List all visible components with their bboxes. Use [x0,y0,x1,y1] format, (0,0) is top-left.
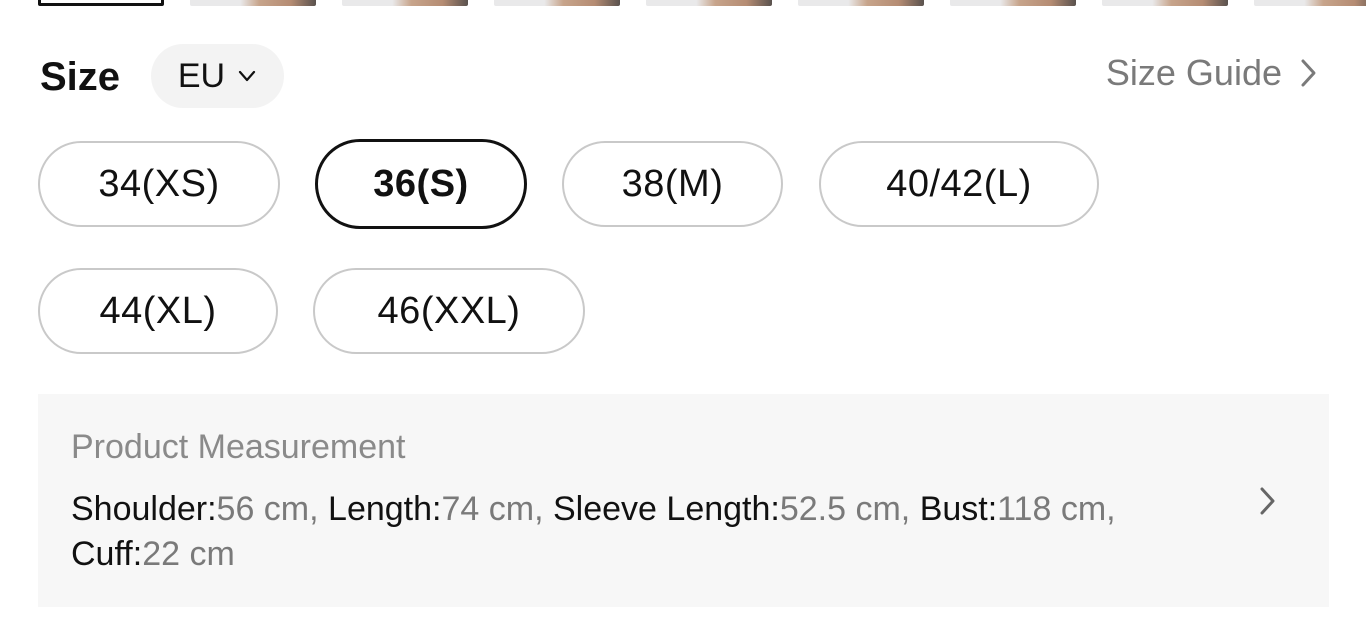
thumbnail[interactable] [494,0,620,6]
measurement-label: Cuff: [71,535,143,573]
chevron-down-icon [239,70,256,82]
product-measurement-panel[interactable]: Product Measurement Shoulder:56 cm, Leng… [38,394,1329,607]
thumbnail[interactable] [950,0,1076,6]
size-option[interactable]: 38(M) [562,141,783,227]
measurement-value: 118 cm, [997,490,1116,528]
measurement-label: Length: [328,490,442,528]
chevron-right-icon [1301,59,1316,87]
thumbnail[interactable] [1254,0,1366,6]
measurement-value: 56 cm, [216,490,319,528]
measurement-title: Product Measurement [71,428,406,466]
thumbnail[interactable] [342,0,468,6]
thumbnail[interactable] [798,0,924,6]
thumbnail[interactable] [646,0,772,6]
measurement-value: 22 cm [142,535,235,573]
size-option-selected[interactable]: 36(S) [315,139,527,229]
measurement-label: Sleeve Length: [553,490,780,528]
thumbnail[interactable] [190,0,316,6]
unit-label: EU [177,56,226,95]
chevron-right-icon [1260,487,1275,515]
size-option[interactable]: 44(XL) [38,268,278,354]
size-title: Size [40,55,121,99]
measurement-label: Bust: [919,490,998,528]
size-option[interactable]: 46(XXL) [313,268,585,354]
thumbnail[interactable] [1102,0,1228,6]
size-option[interactable]: 40/42(L) [819,141,1099,227]
thumbnail-strip [38,0,1366,6]
size-guide-link[interactable]: Size Guide [1106,52,1318,94]
size-guide-label: Size Guide [1105,52,1282,93]
thumbnail-selected[interactable] [38,0,164,6]
measurement-value: 52.5 cm, [779,490,911,528]
size-option[interactable]: 34(XS) [38,141,280,227]
measurement-label: Shoulder: [71,490,217,528]
measurement-value: 74 cm, [441,490,544,528]
size-header: Size EU Size Guide [40,44,1318,108]
unit-dropdown[interactable]: EU [151,44,284,108]
measurement-details: Shoulder:56 cm, Length:74 cm, Sleeve Len… [71,487,1131,577]
